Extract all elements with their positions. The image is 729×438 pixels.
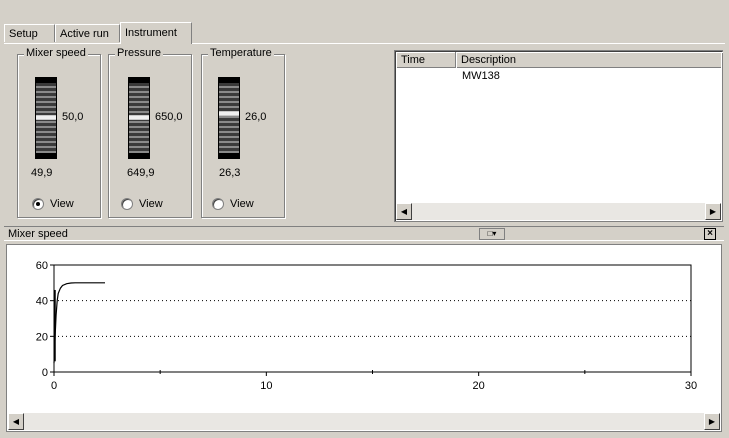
tab-label: Setup (9, 28, 38, 40)
y-tick-label: 60 (36, 260, 48, 272)
chart-window-title: Mixer speed (8, 228, 68, 240)
plot-frame (53, 264, 692, 373)
tab-panel-border (4, 43, 725, 44)
scroll-left-icon[interactable]: ◀ (8, 413, 24, 430)
tab-label: Active run (60, 28, 109, 40)
gauge-reading: 649,9 (127, 167, 155, 179)
radio-icon[interactable] (32, 198, 44, 210)
gauge-marker (129, 115, 149, 120)
y-tick-label: 20 (36, 331, 48, 343)
chart-horizontal-scrollbar[interactable]: ◀ ▶ (8, 413, 720, 430)
radio-label: View (50, 198, 74, 210)
series-line (53, 282, 105, 364)
log-header: Time Description (396, 52, 721, 68)
radio-label: View (139, 198, 163, 210)
tab-setup[interactable]: Setup (4, 24, 55, 42)
table-row[interactable]: MW138 (396, 70, 721, 84)
log-description: MW138 (462, 70, 500, 82)
x-tick-label: 30 (685, 380, 697, 392)
temperature-gauge (218, 77, 240, 159)
tab-instrument[interactable]: Instrument (120, 22, 192, 44)
temperature-group: Temperature 26,0 26,3 View (201, 47, 285, 218)
line-chart: 0 20 40 60 0 10 20 30 (36, 260, 697, 392)
chart-panel: 0 20 40 60 0 10 20 30 ◀ ▶ (6, 244, 722, 432)
close-icon[interactable]: × (704, 228, 716, 240)
mixer-speed-group: Mixer speed 50,0 49,9 View (17, 47, 101, 218)
column-header-description[interactable]: Description (456, 52, 723, 68)
log-horizontal-scrollbar[interactable]: ◀ ▶ (396, 203, 721, 220)
scroll-left-icon[interactable]: ◀ (396, 203, 412, 220)
view-radio-mixer-speed[interactable]: View (32, 197, 74, 211)
y-tick-label: 0 (42, 367, 48, 379)
group-title: Pressure (115, 47, 164, 59)
gauge-setpoint: 650,0 (155, 111, 183, 123)
radio-icon[interactable] (212, 198, 224, 210)
tab-label: Instrument (125, 27, 177, 39)
gauge-setpoint: 26,0 (245, 111, 267, 123)
x-tick-label: 0 (51, 380, 57, 392)
pressure-group: Pressure 650,0 649,9 View (108, 47, 192, 218)
x-tick-label: 20 (473, 380, 485, 392)
pressure-gauge (128, 77, 150, 159)
group-title: Mixer speed (24, 47, 88, 59)
column-label: Description (461, 54, 517, 66)
gauge-reading: 49,9 (31, 167, 53, 179)
y-tick-label: 40 (36, 296, 48, 308)
scroll-right-icon[interactable]: ▶ (704, 413, 720, 430)
chart-window-titlebar: Mixer speed □▾ × (4, 226, 724, 241)
group-title: Temperature (208, 47, 274, 59)
view-radio-pressure[interactable]: View (121, 197, 163, 211)
column-header-time[interactable]: Time (396, 52, 456, 68)
chart-options-icon[interactable]: □▾ (479, 228, 505, 240)
tab-active-run[interactable]: Active run (55, 24, 120, 42)
column-label: Time (401, 54, 426, 66)
gauge-marker (36, 115, 56, 120)
gauge-setpoint: 50,0 (62, 111, 84, 123)
scroll-right-icon[interactable]: ▶ (705, 203, 721, 220)
mixer-speed-gauge (35, 77, 57, 159)
radio-label: View (230, 198, 254, 210)
x-tick-label: 10 (260, 380, 272, 392)
event-log-list[interactable]: Time Description MW138 ◀ ▶ (394, 50, 723, 222)
view-radio-temperature[interactable]: View (212, 197, 254, 211)
gauge-reading: 26,3 (219, 167, 241, 179)
radio-icon[interactable] (121, 198, 133, 210)
gauge-marker (219, 111, 239, 116)
